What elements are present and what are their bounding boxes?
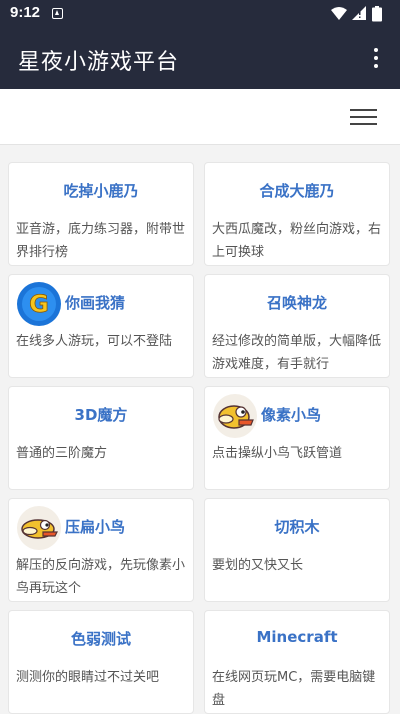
app-bar: 星夜小游戏平台 <box>0 28 400 89</box>
top-navigation <box>0 89 400 145</box>
game-card[interactable]: 合成大鹿乃 大西瓜魔改，粉丝向游戏，右上可换球 <box>204 162 390 266</box>
game-title[interactable]: 你画我猜 <box>65 292 185 313</box>
game-description: 经过修改的简单版，大幅降低游戏难度，有手就行 <box>212 334 382 372</box>
game-description: 在线网页玩MC，需要电脑键盘 <box>212 670 376 708</box>
game-card[interactable]: 3D魔方 普通的三阶魔方 <box>8 386 194 490</box>
game-card[interactable]: 色弱测试 测测你的眼睛过不过关吧 <box>8 610 194 714</box>
status-time: 9:12 <box>10 4 41 21</box>
app-title: 星夜小游戏平台 <box>18 50 180 75</box>
game-title[interactable]: 合成大鹿乃 <box>213 180 381 201</box>
game-card[interactable]: 切积木 要划的又快又长 <box>204 498 390 602</box>
game-title[interactable]: 召唤神龙 <box>213 292 381 313</box>
game-title[interactable]: 3D魔方 <box>17 404 185 425</box>
game-card[interactable]: 召唤神龙 经过修改的简单版，大幅降低游戏难度，有手就行 <box>204 274 390 378</box>
game-card[interactable]: 压扁小鸟 解压的反向游戏，先玩像素小鸟再玩这个 <box>8 498 194 602</box>
signal-icon <box>352 6 366 20</box>
flappy-bird-icon <box>212 393 258 439</box>
hamburger-icon[interactable] <box>350 107 378 127</box>
app-notification-icon <box>52 8 63 19</box>
game-card[interactable]: 像素小鸟 点击操纵小鸟飞跃管道 <box>204 386 390 490</box>
game-description: 普通的三阶魔方 <box>16 446 108 461</box>
game-description: 要划的又快又长 <box>212 558 304 573</box>
game-title[interactable]: 色弱测试 <box>17 628 185 649</box>
wifi-icon <box>331 7 347 20</box>
battery-icon <box>372 6 382 22</box>
game-description: 点击操纵小鸟飞跃管道 <box>212 446 343 461</box>
game-title[interactable]: 压扁小鸟 <box>65 516 185 537</box>
status-icons <box>330 5 392 27</box>
game-description: 测测你的眼睛过不过关吧 <box>16 670 160 685</box>
game-description: 大西瓜魔改，粉丝向游戏，右上可换球 <box>212 222 382 260</box>
game-card[interactable]: G 你画我猜 在线多人游玩，可以不登陆 <box>8 274 194 378</box>
game-card[interactable]: 吃掉小鹿乃 亚音游，底力练习器，附带世界排行榜 <box>8 162 194 266</box>
game-description: 解压的反向游戏，先玩像素小鸟再玩这个 <box>16 558 186 596</box>
status-bar: 9:12 <box>0 0 400 28</box>
game-description: 亚音游，底力练习器，附带世界排行榜 <box>16 222 186 260</box>
g-logo-icon: G <box>16 281 62 327</box>
game-card[interactable]: Minecraft 在线网页玩MC，需要电脑键盘 <box>204 610 390 714</box>
game-title[interactable]: 像素小鸟 <box>261 404 381 425</box>
more-vert-icon[interactable] <box>364 45 388 71</box>
flappy-bird-icon <box>16 505 62 551</box>
game-title[interactable]: 吃掉小鹿乃 <box>17 180 185 201</box>
game-description: 在线多人游玩，可以不登陆 <box>16 334 173 349</box>
game-title[interactable]: 切积木 <box>213 516 381 537</box>
game-title[interactable]: Minecraft <box>213 628 381 646</box>
svg-text:G: G <box>29 290 49 318</box>
